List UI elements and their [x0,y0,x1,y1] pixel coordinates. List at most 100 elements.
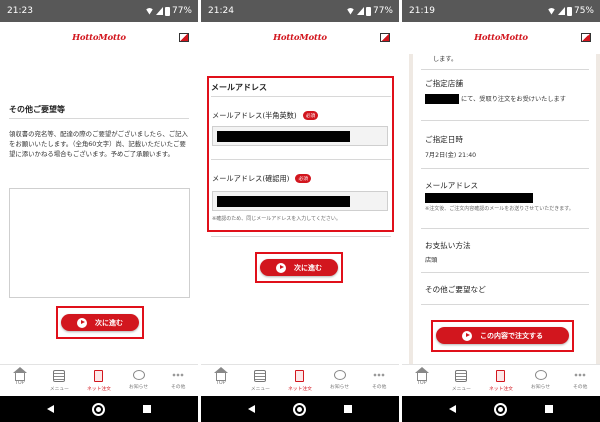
tab-net-order[interactable]: ネット注文 [481,365,521,396]
redacted-store [425,94,459,104]
home-icon [414,367,429,381]
email-input[interactable] [212,126,388,146]
email-confirm-label: メールアドレス(確認用) 必須 [212,174,312,184]
hottomotto-logo[interactable]: HottoMotto [201,33,399,43]
battery-icon [365,6,371,16]
back-icon[interactable] [449,405,456,413]
screen-other-requests: 21:23 77% HottoMotto その他ご要望等 領収書の宛名等、配達の… [0,0,198,422]
status-bar: 21:23 77% [0,0,198,22]
wifi-icon [345,7,355,15]
tab-news[interactable]: お知らせ [521,365,561,396]
home-button-icon[interactable] [494,402,507,416]
hottomotto-logo[interactable]: HottoMotto [0,33,198,43]
screen-order-confirm: 21:19 75% HottoMotto します。 ご指定店舗 にて、受取り注文… [402,0,600,422]
request-description: 領収書の宛名等、配達の際のご要望がございましたら、ご記入をお願いいたします。（全… [9,130,188,158]
tab-more[interactable]: その他 [359,365,399,396]
divider [211,159,391,160]
recent-apps-icon[interactable] [545,405,553,413]
order-icon [295,370,305,382]
tab-more[interactable]: その他 [158,365,198,396]
screen-email: 21:24 77% HottoMotto メールアドレス メールアドレス(半角英… [201,0,399,422]
news-icon [132,370,145,380]
email-note: ※確認のため、同じメールアドレスを入力してください。 [212,216,341,222]
email-label: メールアドレス(半角英数) 必須 [212,111,319,121]
next-button[interactable]: 次に進む [61,314,139,331]
tab-news[interactable]: お知らせ [320,365,360,396]
request-textarea[interactable] [9,188,190,298]
redacted-email [217,196,350,207]
home-button-icon[interactable] [92,402,105,416]
home-icon [12,367,27,381]
place-order-button[interactable]: この内容で注文する [436,327,569,344]
tab-news[interactable]: お知らせ [119,365,159,396]
divider [421,120,589,121]
email-section-title: メールアドレス [211,83,267,92]
battery-percent: 77% [372,6,393,16]
tab-bar: TOP メニュー ネット注文 お知らせ その他 [402,364,600,396]
recent-apps-icon[interactable] [143,405,151,413]
home-button-icon[interactable] [293,402,306,416]
tab-net-order[interactable]: ネット注文 [79,365,119,396]
play-icon [77,317,87,328]
datetime-value: 7月2日(金) 21:40 [425,152,477,159]
other-requests-title: その他ご要望など [425,285,486,294]
tab-top[interactable]: TOP [0,365,40,396]
divider [211,96,391,97]
place-order-label: この内容で注文する [480,331,543,340]
android-nav-bar [402,396,600,422]
cart-icon[interactable] [380,33,390,42]
status-time: 21:23 [7,6,33,16]
tab-top[interactable]: TOP [402,365,442,396]
android-nav-bar [201,396,399,422]
tab-more[interactable]: その他 [560,365,600,396]
app-header: HottoMotto [201,22,399,54]
email-title: メールアドレス [425,181,479,190]
confirm-content: します。 ご指定店舗 にて、受取り注文をお受けいたします ご指定日時 7月2日(… [409,54,600,364]
email-confirm-input[interactable] [212,191,388,211]
redacted-email [217,131,350,142]
battery-icon [164,6,170,16]
tab-menu[interactable]: メニュー [241,365,281,396]
cart-icon[interactable] [179,33,189,42]
cart-icon[interactable] [581,33,591,42]
divider [421,69,589,70]
app-header: HottoMotto [402,22,600,54]
signal-icon [557,7,565,15]
next-button[interactable]: 次に進む [260,259,338,276]
confirm-card: します。 ご指定店舗 にて、受取り注文をお受けいたします ご指定日時 7月2日(… [413,54,596,364]
news-icon [534,370,547,380]
tab-top[interactable]: TOP [201,365,241,396]
status-time: 21:19 [409,6,435,16]
previous-text-fragment: します。 [433,56,458,63]
tab-menu[interactable]: メニュー [40,365,80,396]
menu-icon [53,370,66,382]
tab-net-order[interactable]: ネット注文 [280,365,320,396]
battery-percent: 75% [573,6,594,16]
menu-icon [254,370,267,382]
divider [211,236,391,237]
tab-menu[interactable]: メニュー [442,365,482,396]
back-icon[interactable] [47,405,54,413]
next-button-label: 次に進む [294,263,322,272]
menu-icon [455,370,468,382]
play-icon [462,330,472,341]
divider [421,168,589,169]
android-nav-bar [0,396,198,422]
play-icon [276,262,286,273]
recent-apps-icon[interactable] [344,405,352,413]
hottomotto-logo[interactable]: HottoMotto [402,33,600,43]
email-confirm-note: ※注文後、ご注文内容確認のメールをお送りさせていただきます。 [425,206,574,212]
divider [9,118,189,119]
wifi-icon [144,7,154,15]
back-icon[interactable] [248,405,255,413]
store-text: にて、受取り注文をお受けいたします [461,96,566,103]
datetime-title: ご指定日時 [425,135,463,144]
tab-bar: TOP メニュー ネット注文 お知らせ その他 [201,364,399,396]
required-badge: 必須 [302,111,319,120]
wifi-icon [546,7,556,15]
more-icon [373,370,386,380]
news-icon [333,370,346,380]
battery-icon [566,6,572,16]
divider [421,304,589,305]
status-bar: 21:24 77% [201,0,399,22]
